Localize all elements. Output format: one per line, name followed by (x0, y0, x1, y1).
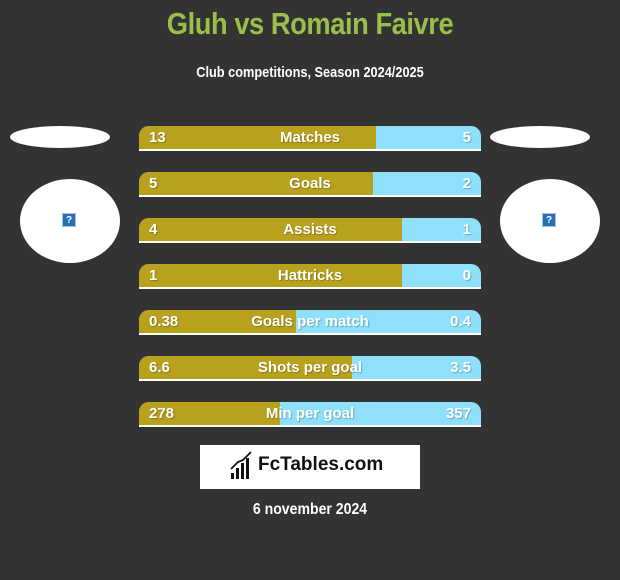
stat-label: Min per goal (265, 405, 355, 422)
right-value: 357 (445, 405, 471, 422)
stat-label: Assists (283, 221, 337, 238)
stat-row-goals: 5 Goals 2 (139, 172, 481, 197)
stat-row-hattricks: 1 Hattricks 0 (139, 264, 481, 289)
page-title: Gluh vs Romain Faivre (166, 6, 454, 41)
right-player-name-pill (490, 126, 590, 148)
stat-label: Goals (289, 175, 331, 192)
right-value: 0 (462, 267, 471, 284)
fctables-logo[interactable]: FcTables.com (200, 445, 420, 489)
right-player-avatar: ? (500, 179, 600, 263)
stat-row-matches: 13 Matches 5 (139, 126, 481, 151)
stat-row-goals-per-match: 0.38 Goals per match 0.4 (139, 310, 481, 335)
right-value: 5 (462, 129, 471, 146)
stat-row-min-per-goal: 278 Min per goal 357 (139, 402, 481, 427)
right-value: 3.5 (450, 359, 471, 376)
competition-subtitle: Club competitions, Season 2024/2025 (196, 64, 424, 81)
left-player-avatar: ? (20, 179, 120, 263)
stat-row-assists: 4 Assists 1 (139, 218, 481, 243)
stat-label: Hattricks (277, 267, 343, 284)
stat-label: Goals per match (251, 313, 369, 330)
right-value: 0.4 (450, 313, 471, 330)
right-value: 2 (462, 175, 471, 192)
missing-image-icon: ? (62, 213, 76, 227)
date-label: 6 november 2024 (252, 501, 368, 518)
left-player-name-pill (10, 126, 110, 148)
stat-row-shots-per-goal: 6.6 Shots per goal 3.5 (139, 356, 481, 381)
stat-label: Matches (279, 129, 341, 146)
missing-image-icon: ? (542, 213, 556, 227)
logo-text: FcTables.com (258, 454, 384, 475)
bar-chart-logo-icon (230, 451, 252, 479)
right-value: 1 (462, 221, 471, 238)
stat-label: Shots per goal (257, 359, 363, 376)
